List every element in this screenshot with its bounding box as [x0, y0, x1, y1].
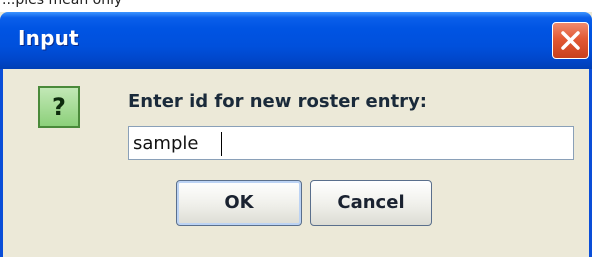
ok-button[interactable]: OK: [176, 180, 302, 226]
input-dialog: Input ? Enter id for new roster entry: O…: [0, 12, 592, 257]
background-window-text: ...ples mean only: [2, 0, 123, 8]
prompt-label: Enter id for new roster entry:: [128, 91, 427, 112]
question-icon: ?: [38, 86, 80, 128]
close-icon: [561, 31, 580, 50]
roster-id-field[interactable]: [128, 126, 574, 160]
window-frame-left: [0, 69, 3, 257]
roster-id-input[interactable]: [129, 127, 573, 159]
close-button[interactable]: [552, 22, 589, 59]
title-bar[interactable]: Input: [0, 12, 592, 69]
dialog-title: Input: [18, 26, 79, 50]
screen: ...ples mean only Input ? Enter id for n…: [0, 0, 592, 257]
text-caret: [221, 132, 222, 156]
question-mark: ?: [52, 93, 66, 121]
cancel-button[interactable]: Cancel: [310, 180, 432, 226]
